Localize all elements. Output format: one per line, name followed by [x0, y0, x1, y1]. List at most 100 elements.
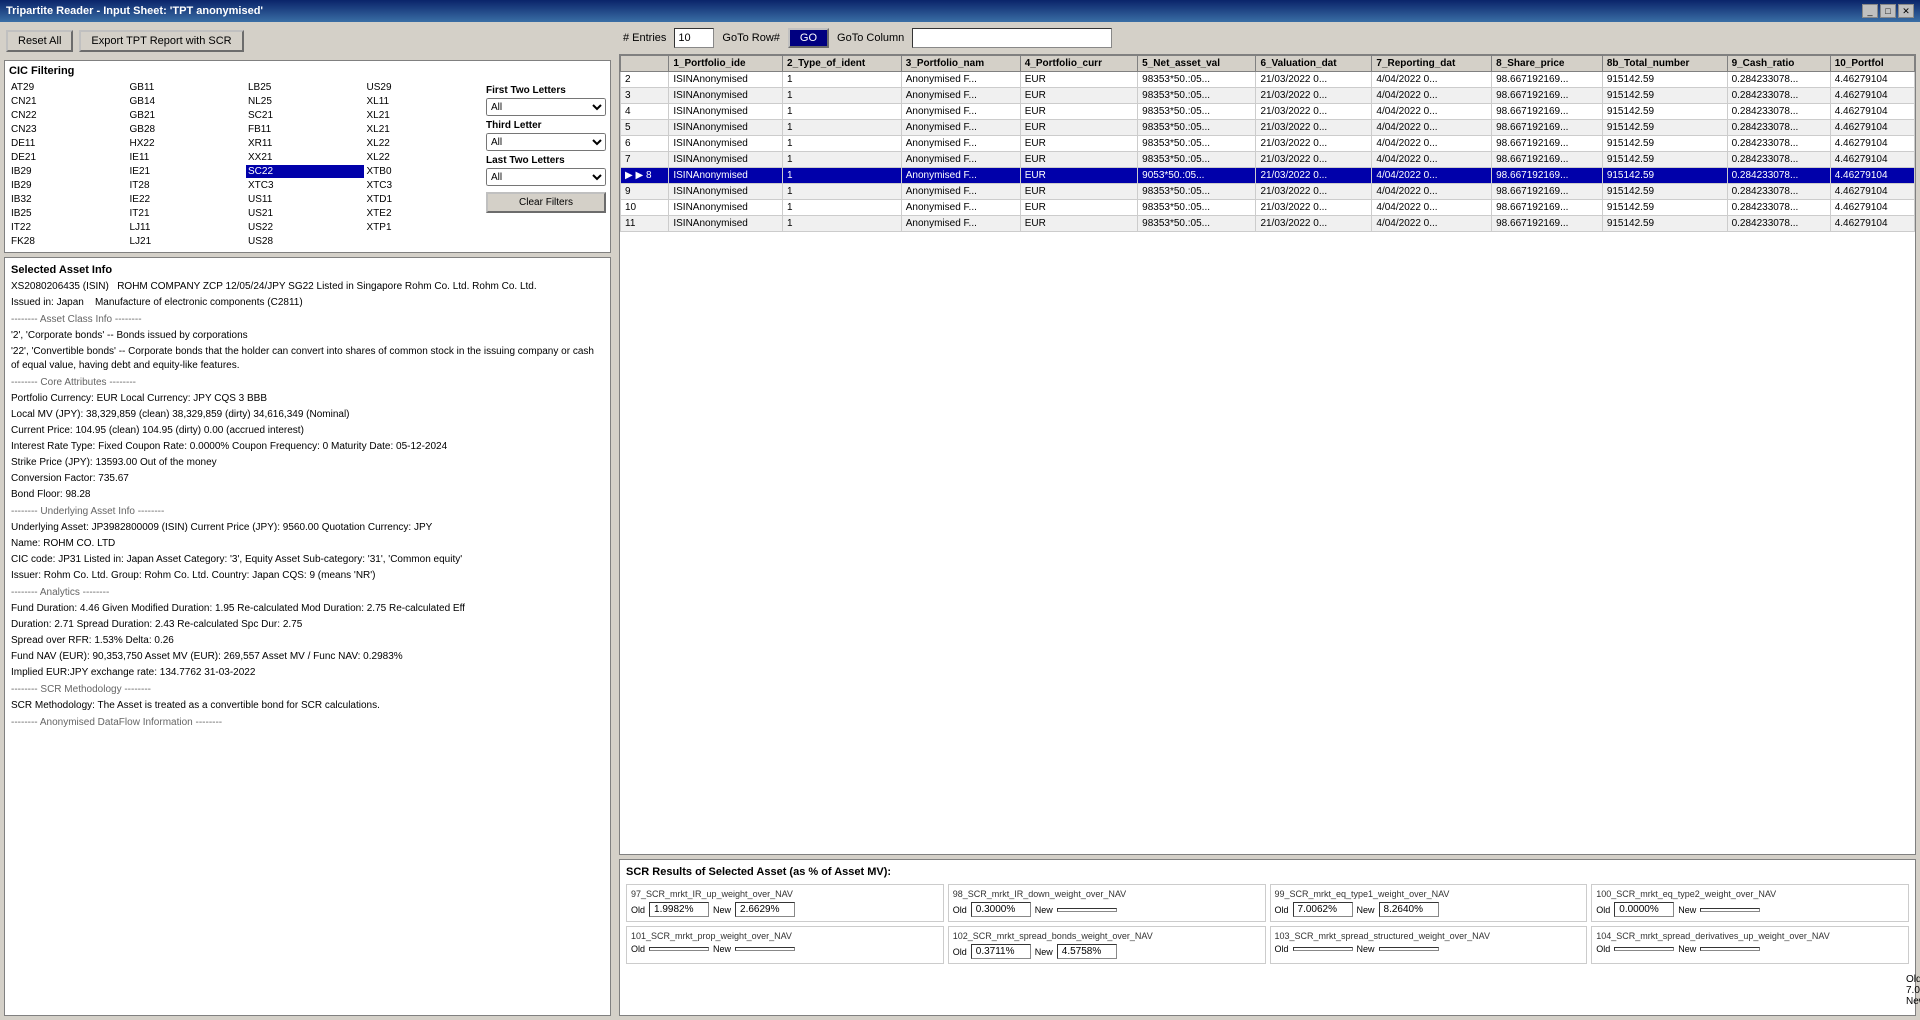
- cic-item[interactable]: GB14: [128, 95, 246, 108]
- cic-item[interactable]: IE21: [128, 165, 246, 178]
- cic-item[interactable]: LJ11: [128, 221, 246, 234]
- cic-item[interactable]: SC22: [246, 165, 364, 178]
- column-input[interactable]: [912, 28, 1112, 48]
- cic-item[interactable]: GB21: [128, 109, 246, 122]
- cic-item[interactable]: US28: [246, 235, 364, 248]
- table-cell: 915142.59: [1602, 104, 1727, 120]
- cic-item[interactable]: DE11: [9, 137, 127, 150]
- scr-values: Old New: [1596, 944, 1904, 954]
- cic-item[interactable]: IB25: [9, 207, 127, 220]
- maximize-button[interactable]: □: [1880, 4, 1896, 18]
- cic-item[interactable]: XTE2: [365, 207, 483, 220]
- cic-item[interactable]: XTD1: [365, 193, 483, 206]
- cic-item[interactable]: SC21: [246, 109, 364, 122]
- table-cell: 98353*50.:05...: [1138, 72, 1256, 88]
- filter-controls: First Two Letters All Third Letter All L…: [486, 81, 606, 248]
- table-row[interactable]: 10ISINAnonymised1Anonymised F...EUR98353…: [621, 200, 1915, 216]
- table-row[interactable]: 5ISINAnonymised1Anonymised F...EUR98353*…: [621, 120, 1915, 136]
- cic-item[interactable]: NL25: [246, 95, 364, 108]
- table-cell: EUR: [1020, 72, 1137, 88]
- table-cell: 9: [621, 184, 669, 200]
- isin-label: XS2080206435 (ISIN): [11, 281, 109, 292]
- export-button[interactable]: Export TPT Report with SCR: [79, 30, 243, 52]
- cic-item[interactable]: LJ21: [128, 235, 246, 248]
- main-container: Reset All Export TPT Report with SCR CIC…: [0, 22, 1920, 1020]
- table-cell: 11: [621, 216, 669, 232]
- cic-item[interactable]: DE21: [9, 151, 127, 164]
- cic-item[interactable]: XL21: [365, 123, 483, 136]
- first-two-label: First Two Letters: [486, 85, 606, 96]
- table-row[interactable]: ▶ 8ISINAnonymised1Anonymised F...EUR9053…: [621, 168, 1915, 184]
- cic-item[interactable]: XX21: [246, 151, 364, 164]
- table-cell: 1: [783, 88, 902, 104]
- table-row[interactable]: 2ISINAnonymised1Anonymised F...EUR98353*…: [621, 72, 1915, 88]
- cic-item[interactable]: US22: [246, 221, 364, 234]
- table-cell: 9053*50.:05...: [1138, 168, 1256, 184]
- cic-item[interactable]: GB28: [128, 123, 246, 136]
- cic-item[interactable]: XL22: [365, 151, 483, 164]
- close-button[interactable]: ✕: [1898, 4, 1914, 18]
- cic-item[interactable]: XL11: [365, 95, 483, 108]
- info-line: Implied EUR:JPY exchange rate: 134.7762 …: [11, 666, 604, 680]
- cic-item[interactable]: XTP1: [365, 221, 483, 234]
- cic-item[interactable]: AT29: [9, 81, 127, 94]
- scr-item: 102_SCR_mrkt_spread_bonds_weight_over_NA…: [948, 926, 1266, 964]
- cic-item[interactable]: IT28: [128, 179, 246, 192]
- cic-item[interactable]: XTC3: [365, 179, 483, 192]
- cic-item[interactable]: IB29: [9, 165, 127, 178]
- cic-item[interactable]: FB11: [246, 123, 364, 136]
- table-row[interactable]: 3ISINAnonymised1Anonymised F...EUR98353*…: [621, 88, 1915, 104]
- cic-item[interactable]: FK28: [9, 235, 127, 248]
- reset-all-button[interactable]: Reset All: [6, 30, 73, 52]
- cic-item[interactable]: XTC3: [246, 179, 364, 192]
- table-cell: 21/03/2022 0...: [1256, 168, 1372, 184]
- minimize-button[interactable]: _: [1862, 4, 1878, 18]
- clear-filters-button[interactable]: Clear Filters: [486, 192, 606, 213]
- cic-item[interactable]: XL22: [365, 137, 483, 150]
- table-cell: 98353*50.:05...: [1138, 184, 1256, 200]
- last-two-select[interactable]: All: [486, 168, 606, 186]
- table-col-header: 6_Valuation_dat: [1256, 56, 1372, 72]
- cic-item[interactable]: XL21: [365, 109, 483, 122]
- cic-item[interactable]: XR11: [246, 137, 364, 150]
- table-row[interactable]: 4ISINAnonymised1Anonymised F...EUR98353*…: [621, 104, 1915, 120]
- cic-item[interactable]: US21: [246, 207, 364, 220]
- cic-item[interactable]: US11: [246, 193, 364, 206]
- table-row[interactable]: 7ISINAnonymised1Anonymised F...EUR98353*…: [621, 152, 1915, 168]
- cic-item[interactable]: CN22: [9, 109, 127, 122]
- info-line: Bond Floor: 98.28: [11, 488, 604, 502]
- table-col-header: [621, 56, 669, 72]
- entries-input[interactable]: [674, 28, 714, 48]
- cic-item[interactable]: IE11: [128, 151, 246, 164]
- cic-item[interactable]: US29: [365, 81, 483, 94]
- cic-item[interactable]: LB25: [246, 81, 364, 94]
- cic-item[interactable]: GB11: [128, 81, 246, 94]
- scr-new-label: New: [713, 905, 731, 915]
- table-row[interactable]: 11ISINAnonymised1Anonymised F...EUR98353…: [621, 216, 1915, 232]
- cic-item[interactable]: IT22: [9, 221, 127, 234]
- info-line: Name: ROHM CO. LTD: [11, 537, 604, 551]
- table-cell: EUR: [1020, 200, 1137, 216]
- table-cell: 98.667192169...: [1492, 200, 1603, 216]
- table-cell: 915142.59: [1602, 200, 1727, 216]
- cic-item[interactable]: HX22: [128, 137, 246, 150]
- table-col-header: 8_Share_price: [1492, 56, 1603, 72]
- cic-item[interactable]: IE22: [128, 193, 246, 206]
- cic-item[interactable]: XTB0: [365, 165, 483, 178]
- cic-item[interactable]: CN23: [9, 123, 127, 136]
- first-two-select[interactable]: All: [486, 98, 606, 116]
- cic-item[interactable]: IB29: [9, 179, 127, 192]
- cic-item[interactable]: CN21: [9, 95, 127, 108]
- scr-old-value: [1614, 947, 1674, 951]
- cic-item[interactable]: IT21: [128, 207, 246, 220]
- cic-item[interactable]: IB32: [9, 193, 127, 206]
- info-line: Current Price: 104.95 (clean) 104.95 (di…: [11, 424, 604, 438]
- table-cell: 21/03/2022 0...: [1256, 88, 1372, 104]
- table-row[interactable]: 9ISINAnonymised1Anonymised F...EUR98353*…: [621, 184, 1915, 200]
- go-button[interactable]: GO: [788, 28, 829, 48]
- third-letter-select[interactable]: All: [486, 133, 606, 151]
- cic-item[interactable]: [365, 235, 483, 248]
- scr-values: Old 7.0062% New 8.2640%: [1275, 902, 1583, 917]
- table-row[interactable]: 6ISINAnonymised1Anonymised F...EUR98353*…: [621, 136, 1915, 152]
- info-line: Fund Duration: 4.46 Given Modified Durat…: [11, 602, 604, 616]
